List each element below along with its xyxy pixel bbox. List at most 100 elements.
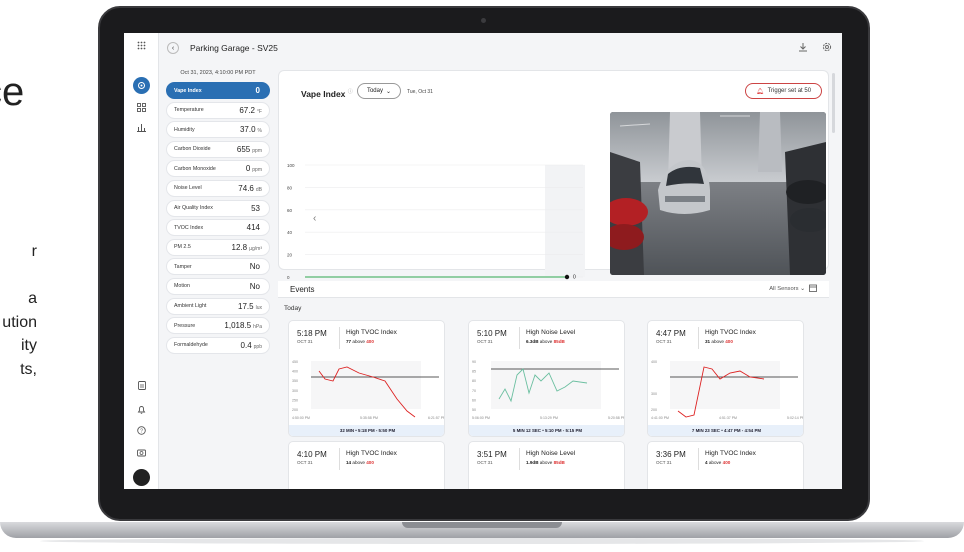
download-icon[interactable] [798,42,808,54]
sensor-reading: 37.0% [239,125,262,135]
sensor-row[interactable]: Tamper No [166,258,270,276]
events-title: Events [290,284,315,294]
event-detail: 6.3dB above 85dB [526,339,565,344]
y-tick-label: 70 [472,389,476,393]
sensor-reading: 74.6 dB [238,183,262,193]
camera-feed[interactable] [610,112,826,275]
bell-icon[interactable] [135,403,148,416]
avatar[interactable] [133,469,150,486]
y-tick-label: 40 [287,230,293,235]
sensor-name: TVOC Index [174,224,204,231]
event-detail: 14 above 400 [346,460,374,465]
chart-highlight-band [545,165,585,277]
event-date: OCT 31 [656,339,672,344]
sensor-filter[interactable]: All Sensors ⌄ [769,286,805,292]
sensor-reading: 1,018.5 hPa [224,321,262,331]
event-card[interactable]: 3:36 PM OCT 31 High TVOC Index 4 above 400 [647,441,804,489]
back-button[interactable]: ‹ [167,42,179,54]
event-duration: 5 MIN 12 SEC • 5:10 PM - 5:15 PM [469,425,624,436]
sensor-row[interactable]: Noise Level 74.6 dB [166,179,270,197]
top-bar: ‹ Parking Garage - SV25 [159,33,842,63]
x-tick-label: 5:06:00 PM [472,416,490,420]
sensor-name: Vape Index [174,87,202,94]
sensor-row[interactable]: Vape Index 0 [166,82,270,99]
laptop-shadow [40,538,924,544]
event-date: OCT 31 [477,339,493,344]
event-card[interactable]: 4:47 PM OCT 31 High TVOC Index 31 above 400… [647,320,804,437]
sensor-reading: 655 ppm [236,144,262,154]
event-date: OCT 31 [297,460,313,465]
event-card[interactable]: 5:18 PM OCT 31 High TVOC Index 77 above 400… [288,320,445,437]
event-sparkline: 90 85 80 70 60 50 5:06:00 PM 5:13:29 PM 5:20:58 … [472,360,625,420]
x-tick-label: 6:21:57 PM [428,416,445,420]
svg-text:?: ? [140,428,143,434]
sensor-row[interactable]: Ambient Light 17.5 lux [166,297,270,315]
scrollbar[interactable] [832,73,835,133]
help-icon[interactable]: ? [135,424,148,437]
sensor-name: Ambient Light [174,303,207,310]
sensor-panel: Oct 31, 2023, 4:10:00 PM PDT Vape Index 0… [166,70,270,356]
event-sparkline: 400 300 200 4:41:00 PM 4:51:37 PM 5:02:14 PM [651,360,803,420]
event-card[interactable]: 3:51 PM OCT 31 High Noise Level 1.9dB above… [468,441,625,489]
sensor-name: Temperature [174,107,204,114]
calendar-icon[interactable] [809,284,817,294]
x-tick-label: 4:41:00 PM [651,416,669,420]
last-point [564,274,570,280]
y-tick-label: 250 [292,398,298,402]
apps-icon[interactable] [135,39,148,52]
sensor-reading: 0 [255,86,260,95]
sensor-row[interactable]: TVOC Index 414 [166,219,270,237]
settings-icon[interactable] [822,42,832,54]
y-tick-label: 60 [472,398,476,402]
event-name: High TVOC Index [705,329,756,336]
chart-date: Tue, Oct 31 [407,89,433,95]
grid-icon[interactable] [135,101,148,114]
events-day-label: Today [284,305,302,312]
sensor-row[interactable]: PM 2.5 12.8 µg/m³ [166,238,270,256]
sparkline-band [311,361,421,409]
sensor-row[interactable]: Formaldehyde 0.4 ppb [166,336,270,354]
x-tick-label: 5:20:58 PM [608,416,625,420]
y-tick-label: 300 [651,392,657,396]
report-icon[interactable] [135,379,148,392]
sensor-row[interactable]: Carbon Dioxide 655 ppm [166,140,270,158]
chevron-down-icon: ⌄ [385,88,392,95]
y-tick-label: 200 [651,408,657,412]
bar-chart-icon[interactable] [135,121,148,134]
y-tick-label: 300 [292,389,298,393]
trigger-button[interactable]: 🔔︎ Trigger set at 50 [745,83,822,99]
sensor-row[interactable]: Temperature 67.2 °F [166,101,270,119]
event-name: High Noise Level [526,450,576,457]
camera-feed-image [610,112,826,275]
icon-rail: ? [124,33,159,489]
event-name: High Noise Level [526,329,576,336]
event-date: OCT 31 [477,460,493,465]
event-card[interactable]: 5:10 PM OCT 31 High Noise Level 6.3dB above… [468,320,625,437]
sensor-reading: 53 [251,203,260,213]
y-tick-label: 100 [287,163,295,168]
event-time: 4:10 PM [297,450,327,459]
y-tick-label: 0 [287,275,290,280]
sensor-row[interactable]: Humidity 37.0% [166,121,270,139]
sensor-row[interactable]: Pressure 1,018.5 hPa [166,317,270,335]
y-tick-label: 80 [287,185,293,190]
webcam [481,18,486,23]
sensor-row[interactable]: Air Quality Index 53 [166,199,270,217]
x-tick-label: 4:51:37 PM [719,416,737,420]
sensor-row[interactable]: Carbon Monoxide 0 ppm [166,160,270,178]
event-card[interactable]: 4:10 PM OCT 31 High TVOC Index 14 above 400 [288,441,445,489]
y-tick-label: 20 [287,253,293,258]
y-tick-label: 200 [292,408,298,412]
event-name: High TVOC Index [705,450,756,457]
sensor-reading: 0.4 ppb [240,340,262,350]
sensor-row[interactable]: Motion No [166,277,270,295]
sensor-name: Carbon Monoxide [174,165,216,172]
event-time: 3:51 PM [477,450,507,459]
period-dropdown[interactable]: Today ⌄ [357,83,401,99]
camera-icon[interactable] [135,446,148,459]
sensor-reading: 17.5 lux [238,301,262,311]
sensor-icon[interactable] [133,77,150,94]
laptop-notch [402,522,562,528]
sensor-reading: 414 [246,223,260,233]
event-sparkline: 450 400 350 300 250 200 4:50:00 PM 5:35:58 PM 6:… [292,360,445,420]
